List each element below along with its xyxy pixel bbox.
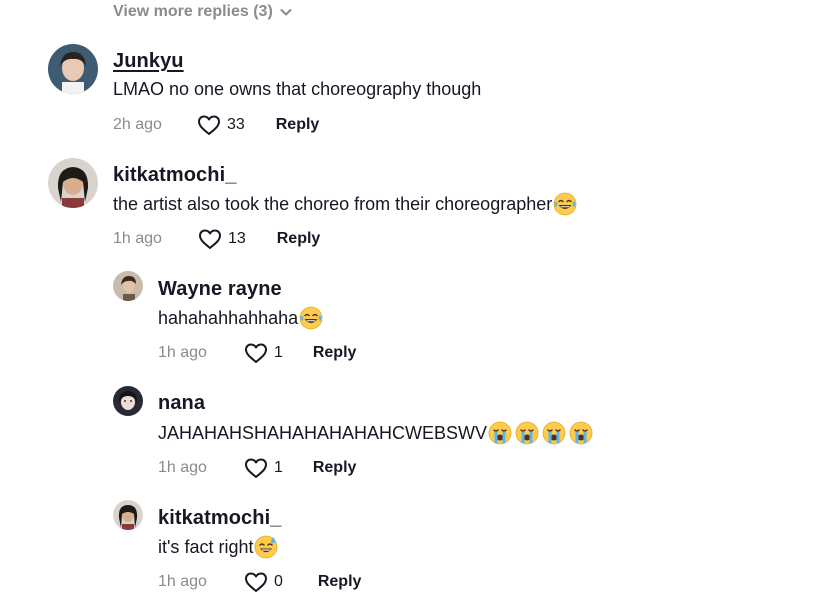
like-count: 0 xyxy=(273,573,283,590)
heart-icon xyxy=(244,572,267,592)
reply-username[interactable]: nana xyxy=(158,392,205,415)
like-count: 33 xyxy=(226,116,245,133)
heart-icon xyxy=(198,229,221,249)
comment-username[interactable]: Junkyu xyxy=(113,50,184,73)
avatar[interactable] xyxy=(48,158,98,208)
loudly-crying-emoji xyxy=(569,421,593,445)
loudly-crying-emoji xyxy=(515,421,539,445)
reply-text-content: JAHAHAHSHAHAHAHAHAHCWEBSWV xyxy=(158,422,488,443)
reply-meta: 1h ago 0 Reply xyxy=(158,570,361,594)
comment-meta: 2h ago 33 Reply xyxy=(113,113,319,137)
comment-text-content: the artist also took the choreo from the… xyxy=(113,193,553,214)
laughing-tears-emoji xyxy=(299,306,323,330)
like-button[interactable]: 1 xyxy=(244,457,283,479)
reply-button[interactable]: Reply xyxy=(318,573,362,591)
reply-text: JAHAHAHSHAHAHAHAHAHCWEBSWV xyxy=(158,421,593,445)
comment-text-content: LMAO no one owns that choreography thoug… xyxy=(113,79,482,99)
comment-text: the artist also took the choreo from the… xyxy=(113,192,577,216)
reply-button[interactable]: Reply xyxy=(313,459,357,477)
heart-icon xyxy=(244,343,267,363)
comment-time: 1h ago xyxy=(113,230,162,247)
reply-username[interactable]: kitkatmochi_ xyxy=(158,507,281,530)
like-button[interactable]: 13 xyxy=(198,228,246,250)
reply-time: 1h ago xyxy=(158,459,207,476)
reply-time: 1h ago xyxy=(158,573,207,590)
laughing-tears-emoji xyxy=(553,192,577,216)
avatar[interactable] xyxy=(113,500,143,530)
avatar[interactable] xyxy=(48,44,98,94)
reply-button[interactable]: Reply xyxy=(277,230,321,248)
reply-text: it's fact right xyxy=(158,535,278,559)
reply-text-content: it's fact right xyxy=(158,536,254,557)
view-more-replies-button[interactable]: View more replies (3) xyxy=(113,2,293,22)
comment-username[interactable]: kitkatmochi_ xyxy=(113,164,236,187)
reply-time: 1h ago xyxy=(158,344,207,361)
avatar[interactable] xyxy=(113,271,143,301)
avatar[interactable] xyxy=(113,386,143,416)
like-button[interactable]: 0 xyxy=(244,571,283,593)
reply-username[interactable]: Wayne rayne xyxy=(158,278,282,301)
loudly-crying-emoji xyxy=(488,421,512,445)
heart-icon xyxy=(197,115,220,135)
heart-icon xyxy=(244,458,267,478)
reply-button[interactable]: Reply xyxy=(276,116,320,134)
reply-button[interactable]: Reply xyxy=(313,344,357,362)
like-count: 1 xyxy=(273,344,283,361)
like-count: 1 xyxy=(273,459,283,476)
reply-meta: 1h ago 1 Reply xyxy=(158,456,356,480)
like-button[interactable]: 1 xyxy=(244,342,283,364)
reply-meta: 1h ago 1 Reply xyxy=(158,341,356,365)
view-more-label: View more replies (3) xyxy=(113,3,273,20)
like-count: 13 xyxy=(227,230,246,247)
loudly-crying-emoji xyxy=(542,421,566,445)
sweat-smile-emoji xyxy=(255,535,278,559)
chevron-down-icon xyxy=(280,9,292,16)
comment-time: 2h ago xyxy=(113,116,162,133)
like-button[interactable]: 33 xyxy=(197,114,245,136)
reply-text-content: hahahahhahhaha xyxy=(158,307,299,328)
comment-text: LMAO no one owns that choreography thoug… xyxy=(113,79,481,100)
comment-meta: 1h ago 13 Reply xyxy=(113,227,320,251)
reply-text: hahahahhahhaha xyxy=(158,306,323,330)
